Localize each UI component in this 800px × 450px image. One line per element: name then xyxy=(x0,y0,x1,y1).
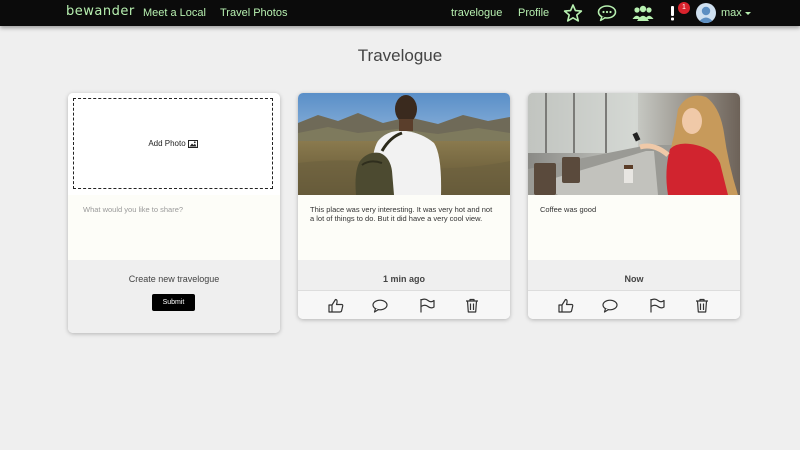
user-menu[interactable]: max xyxy=(721,7,751,19)
user-name: max xyxy=(721,7,742,19)
post-text: This place was very interesting. It was … xyxy=(298,195,510,260)
create-travelogue-label: Create new travelogue xyxy=(128,274,220,284)
image-icon xyxy=(187,139,198,148)
post-card: This place was very interesting. It was … xyxy=(298,93,510,319)
page-title: Travelogue xyxy=(357,46,443,65)
post-photo-hiker xyxy=(298,93,510,195)
comment-icon[interactable] xyxy=(602,298,618,313)
nav-meet-a-local[interactable]: Meet a Local xyxy=(143,7,206,19)
chat-bubble-icon[interactable] xyxy=(597,4,617,22)
submit-button[interactable]: Submit xyxy=(152,294,195,311)
nav-travel-photos[interactable]: Travel Photos xyxy=(220,7,287,19)
user-avatar-icon xyxy=(698,6,714,23)
post-time: Now xyxy=(624,274,644,284)
post-actions xyxy=(298,290,510,319)
post-time: 1 min ago xyxy=(382,274,425,284)
add-photo-button[interactable]: Add Photo xyxy=(73,98,273,189)
thumbs-up-icon[interactable] xyxy=(328,298,344,313)
add-photo-area: Add Photo xyxy=(68,93,280,195)
notification-badge: 1 xyxy=(678,2,690,14)
new-post-footer: Create new travelogue Submit xyxy=(68,260,280,333)
nav-profile[interactable]: Profile xyxy=(518,7,549,19)
nav-travelogue[interactable]: travelogue xyxy=(451,7,502,19)
brand-logo[interactable]: bewander xyxy=(66,4,135,19)
trash-icon[interactable] xyxy=(694,298,710,313)
trash-icon[interactable] xyxy=(464,298,480,313)
group-icon[interactable] xyxy=(632,4,654,22)
post-card: Coffee was good Now 0 xyxy=(528,93,740,319)
comment-icon[interactable] xyxy=(372,298,388,313)
avatar[interactable] xyxy=(696,3,716,23)
flag-icon[interactable] xyxy=(419,298,435,313)
flag-icon[interactable] xyxy=(649,298,665,313)
new-travelogue-card: Add Photo Create new travelogue Submit xyxy=(68,93,280,333)
share-input[interactable] xyxy=(68,195,280,260)
add-photo-label: Add Photo xyxy=(148,139,186,148)
post-actions xyxy=(528,290,740,319)
post-footer: Now 0 xyxy=(528,260,740,301)
caret-down-icon xyxy=(744,11,751,15)
navbar: bewander Meet a Local Travel Photos trav… xyxy=(0,0,800,26)
thumbs-up-icon[interactable] xyxy=(558,298,574,313)
star-icon[interactable] xyxy=(563,4,583,22)
post-text: Coffee was good xyxy=(528,195,740,260)
post-photo-cafe xyxy=(528,93,740,195)
post-footer: 1 min ago 0 xyxy=(298,260,510,301)
